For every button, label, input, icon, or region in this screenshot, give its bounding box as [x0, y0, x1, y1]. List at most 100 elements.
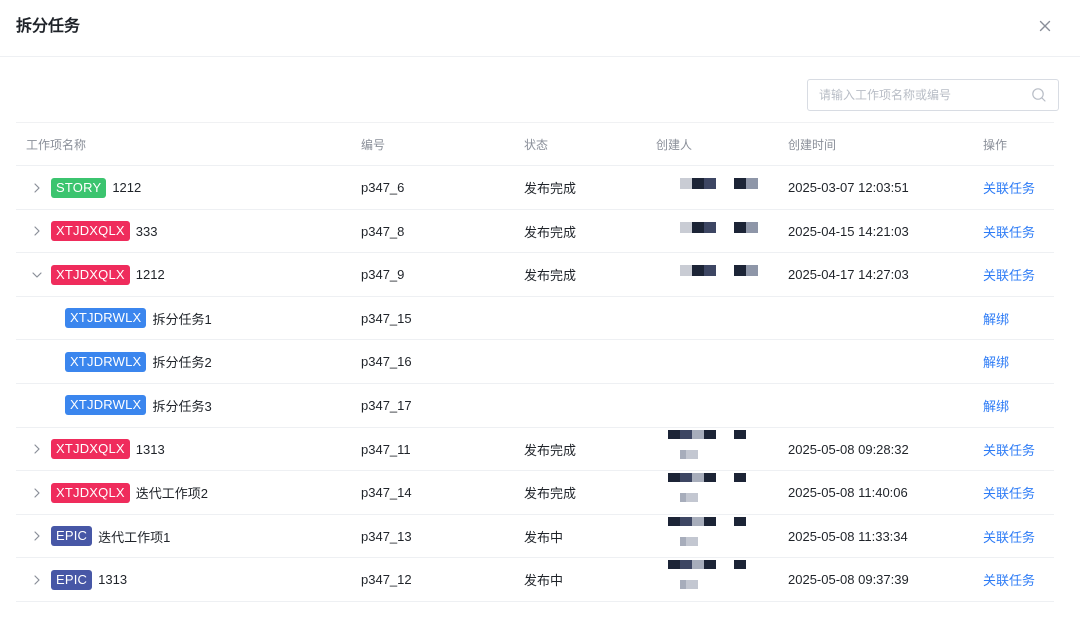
- cell-created-at: 2025-05-08 11:33:34: [788, 528, 908, 544]
- cell-name[interactable]: EPIC 1313: [16, 558, 356, 601]
- work-item-name: 1212: [135, 267, 165, 283]
- cell-action: 关联任务: [983, 428, 1035, 471]
- chevron-right-icon[interactable]: [31, 225, 43, 237]
- cell-created-at: 2025-05-08 09:28:32: [788, 441, 909, 457]
- cell-code: p347_12: [361, 572, 412, 588]
- cell-created-at: 2025-05-08 09:37:39: [788, 572, 909, 588]
- cell-creator: [656, 297, 766, 340]
- cell-action: 关联任务: [983, 253, 1035, 296]
- table-row: XTJDRWLX 拆分任务3 p347_17 解绑: [16, 384, 1054, 428]
- cell-name[interactable]: XTJDXQLX 1212: [16, 253, 356, 296]
- cell-name[interactable]: XTJDXQLX 迭代工作项2: [16, 471, 356, 514]
- cell-status: 发布完成: [524, 224, 577, 240]
- work-item-name: 拆分任务2: [152, 355, 212, 371]
- creator-avatar-masked: [656, 428, 756, 471]
- close-icon[interactable]: [1034, 15, 1056, 37]
- type-tag: XTJDXQLX: [51, 264, 130, 285]
- work-item-table: 工作项名称 编号 状态 创建人 创建时间 操作 STORY 1212 p347_6 发…: [16, 122, 1054, 602]
- cell-code: p347_15: [361, 310, 412, 326]
- cell-status: 发布完成: [524, 268, 577, 284]
- search-box: [807, 79, 1059, 111]
- creator-avatar-masked: [656, 166, 758, 209]
- col-header-name: 工作项名称: [26, 138, 87, 152]
- cell-action: 解绑: [983, 340, 1009, 383]
- cell-creator: [656, 210, 766, 253]
- cell-name[interactable]: EPIC 迭代工作项1: [16, 515, 356, 558]
- creator-avatar-masked: [656, 340, 756, 383]
- cell-name[interactable]: STORY 1212: [16, 166, 356, 209]
- table-body: STORY 1212 p347_6 发布完成 2025-03-07 12:03:51 关联…: [16, 166, 1054, 602]
- table-row: EPIC 1313 p347_12 发布中 2025-05-08 09:37:39 关联任…: [16, 558, 1054, 602]
- chevron-down-icon[interactable]: [31, 269, 43, 281]
- chevron-right-icon[interactable]: [31, 574, 43, 586]
- creator-avatar-masked: [656, 297, 756, 340]
- table-row: XTJDRWLX 拆分任务1 p347_15 解绑: [16, 297, 1054, 341]
- type-tag: EPIC: [51, 526, 93, 547]
- search-icon[interactable]: [1031, 87, 1047, 103]
- chevron-right-icon[interactable]: [31, 487, 43, 499]
- cell-name[interactable]: XTJDRWLX 拆分任务2: [16, 340, 356, 383]
- link-task-button[interactable]: 关联任务: [983, 440, 1035, 459]
- modal-title: 拆分任务: [16, 18, 81, 35]
- col-header-status: 状态: [524, 138, 549, 152]
- cell-name[interactable]: XTJDRWLX 拆分任务1: [16, 297, 356, 340]
- link-task-button[interactable]: 关联任务: [983, 483, 1035, 502]
- work-item-name: 迭代工作项1: [98, 529, 171, 545]
- cell-code: p347_17: [361, 397, 412, 413]
- cell-code: p347_11: [361, 441, 411, 457]
- work-item-name: 拆分任务3: [152, 398, 212, 414]
- unbind-link[interactable]: 解绑: [983, 352, 1009, 371]
- chevron-right-icon[interactable]: [31, 182, 43, 194]
- link-task-button[interactable]: 关联任务: [983, 178, 1035, 197]
- creator-avatar-masked: [656, 253, 758, 296]
- link-task-button[interactable]: 关联任务: [983, 265, 1035, 284]
- type-tag: XTJDXQLX: [51, 439, 130, 460]
- chevron-right-icon[interactable]: [31, 530, 43, 542]
- cell-creator: [656, 253, 766, 296]
- modal-header: 拆分任务: [0, 0, 1080, 57]
- table-row: XTJDXQLX 1212 p347_9 发布完成 2025-04-17 14:27:0…: [16, 253, 1054, 297]
- cell-creator: [656, 340, 766, 383]
- cell-action: 关联任务: [983, 166, 1035, 209]
- cell-action: 关联任务: [983, 515, 1035, 558]
- cell-action: 关联任务: [983, 471, 1035, 514]
- cell-name[interactable]: XTJDXQLX 333: [16, 210, 356, 253]
- table-row: XTJDXQLX 333 p347_8 发布完成 2025-04-15 14:21:03…: [16, 210, 1054, 254]
- col-header-actions: 操作: [983, 138, 1008, 152]
- search-input[interactable]: [819, 80, 1024, 110]
- col-header-creator: 创建人: [656, 138, 693, 152]
- creator-avatar-masked: [656, 515, 756, 558]
- cell-name[interactable]: XTJDRWLX 拆分任务3: [16, 384, 356, 427]
- link-task-button[interactable]: 关联任务: [983, 570, 1035, 589]
- type-tag: XTJDXQLX: [51, 482, 130, 503]
- cell-creator: [656, 558, 766, 601]
- type-tag: XTJDRWLX: [65, 395, 147, 416]
- cell-code: p347_6: [361, 180, 405, 195]
- unbind-link[interactable]: 解绑: [983, 396, 1009, 415]
- cell-status: 发布完成: [524, 181, 577, 196]
- link-task-button[interactable]: 关联任务: [983, 222, 1035, 241]
- table-row: STORY 1212 p347_6 发布完成 2025-03-07 12:03:51 关联…: [16, 166, 1054, 210]
- work-item-name: 迭代工作项2: [135, 486, 209, 502]
- cell-creator: [656, 471, 766, 514]
- split-task-modal: 拆分任务 工作项名称 编号 状态 创建人 创建时间 操作 STORY 1212 p3…: [0, 0, 1080, 622]
- col-header-created-at: 创建时间: [788, 138, 837, 152]
- cell-status: 发布中: [524, 529, 564, 545]
- cell-name[interactable]: XTJDXQLX 1313: [16, 428, 356, 471]
- type-tag: STORY: [51, 177, 107, 198]
- type-tag: XTJDXQLX: [51, 221, 130, 242]
- creator-avatar-masked: [656, 471, 756, 514]
- cell-created-at: 2025-04-17 14:27:03: [788, 267, 909, 283]
- table-row: XTJDXQLX 迭代工作项2 p347_14 发布完成 2025-05-08 11:4…: [16, 471, 1054, 515]
- work-item-name: 拆分任务1: [152, 311, 212, 327]
- cell-code: p347_14: [361, 485, 412, 501]
- creator-avatar-masked: [656, 384, 756, 427]
- chevron-right-icon[interactable]: [31, 443, 43, 455]
- creator-avatar-masked: [656, 210, 758, 253]
- unbind-link[interactable]: 解绑: [983, 309, 1009, 328]
- cell-action: 关联任务: [983, 210, 1035, 253]
- cell-code: p347_13: [361, 528, 412, 544]
- cell-status: 发布完成: [524, 442, 577, 458]
- cell-creator: [656, 515, 766, 558]
- link-task-button[interactable]: 关联任务: [983, 527, 1035, 546]
